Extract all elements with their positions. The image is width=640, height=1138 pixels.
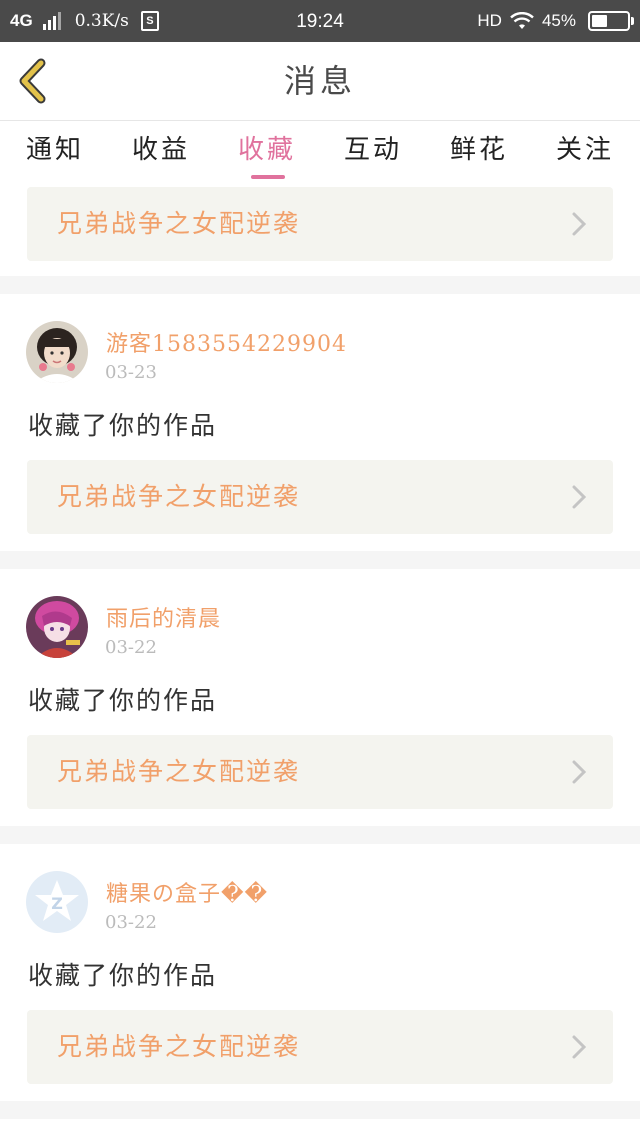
- anime-avatar-icon: [26, 596, 88, 658]
- action-text: 收藏了你的作品: [28, 686, 218, 715]
- chevron-right-icon: [572, 212, 587, 236]
- action-text: 收藏了你的作品: [28, 961, 218, 990]
- book-title: 兄弟战争之女配逆袭: [57, 1032, 301, 1061]
- avatar[interactable]: Z: [26, 871, 88, 933]
- network-type: 4G: [10, 11, 33, 30]
- chevron-right-icon: [572, 485, 587, 509]
- book-title: 兄弟战争之女配逆袭: [57, 757, 301, 786]
- status-right: HD 45%: [477, 0, 634, 42]
- status-bar: 4G 0.3K/s S 19:24 HD 45%: [0, 0, 640, 42]
- status-left: 4G 0.3K/s S: [10, 0, 159, 42]
- book-card[interactable]: 兄弟战争之女配逆袭: [27, 460, 613, 534]
- tab-notifications[interactable]: 通知: [2, 121, 108, 183]
- timestamp: 03-23: [105, 362, 157, 383]
- chevron-right-icon: [572, 760, 587, 784]
- chevron-right-icon: [572, 1035, 587, 1059]
- book-title: 兄弟战争之女配逆袭: [57, 482, 301, 511]
- photo-avatar-icon: [26, 321, 88, 383]
- network-speed: 0.3K/s: [74, 11, 129, 31]
- divider: [0, 826, 640, 844]
- divider: [0, 276, 640, 294]
- tab-follows[interactable]: 关注: [532, 121, 638, 183]
- battery-percent: 45%: [541, 11, 576, 30]
- tab-earnings[interactable]: 收益: [108, 121, 214, 183]
- tab-flowers[interactable]: 鲜花: [426, 121, 532, 183]
- wifi-icon: [510, 12, 534, 29]
- s-app-icon: S: [140, 11, 159, 31]
- divider: [0, 551, 640, 569]
- tab-interactions[interactable]: 互动: [320, 121, 426, 183]
- avatar[interactable]: [26, 321, 88, 383]
- timestamp: 03-22: [105, 912, 157, 933]
- username[interactable]: 糖果の盒子��: [106, 876, 268, 908]
- book-card[interactable]: 兄弟战争之女配逆袭: [27, 735, 613, 809]
- action-text: 收藏了你的作品: [28, 411, 218, 440]
- battery-icon: [588, 11, 634, 31]
- hd-indicator: HD: [477, 11, 502, 30]
- tab-bar: 通知 收益 收藏 互动 鲜花 关注: [0, 121, 640, 183]
- book-card[interactable]: 兄弟战争之女配逆袭: [27, 187, 613, 261]
- timestamp: 03-22: [105, 637, 157, 658]
- svg-text:Z: Z: [51, 894, 63, 913]
- page-title: 消息: [283, 62, 356, 100]
- battery-fill: [592, 15, 608, 27]
- avatar[interactable]: [26, 596, 88, 658]
- username[interactable]: 雨后的清晨: [106, 601, 221, 633]
- divider: [0, 1101, 640, 1119]
- signal-icon: [42, 12, 61, 30]
- username[interactable]: 游客1583554229904: [106, 326, 347, 358]
- header: 消息: [0, 42, 640, 121]
- tab-favorites[interactable]: 收藏: [214, 121, 320, 183]
- default-z-avatar-icon: Z: [26, 871, 88, 933]
- book-card[interactable]: 兄弟战争之女配逆袭: [27, 1010, 613, 1084]
- book-title: 兄弟战争之女配逆袭: [57, 209, 301, 238]
